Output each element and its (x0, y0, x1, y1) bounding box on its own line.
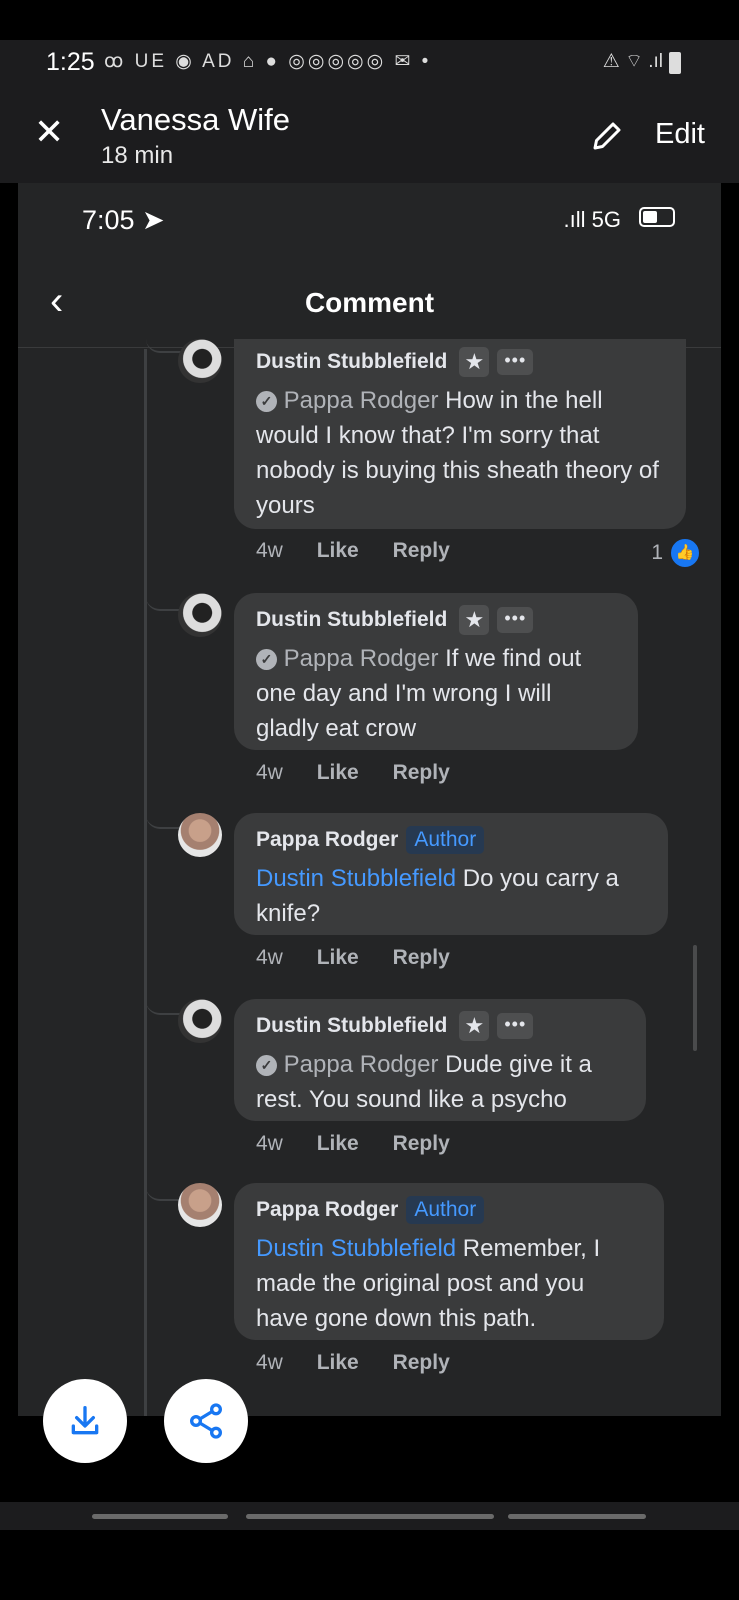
reply-button[interactable]: Reply (393, 1351, 450, 1374)
star-icon: ★ (459, 605, 490, 635)
thread-line (144, 349, 147, 1416)
comment-actions: 4w Like Reply (256, 1351, 478, 1375)
pencil-icon[interactable] (589, 118, 625, 154)
thumbs-up-icon: 👍 (669, 537, 701, 569)
status-time: 1:25 (46, 48, 95, 76)
reply-connector (146, 333, 184, 353)
comment-bubble[interactable]: Pappa Rodger Author Dustin Stubblefield … (234, 813, 668, 935)
inner-status-time: 7:05 ➤ (82, 205, 165, 235)
comment-mention[interactable]: Dustin Stubblefield (256, 1235, 456, 1262)
more-icon[interactable]: ••• (497, 607, 534, 633)
comment-text: ✓ Pappa Rodger If we find out one day an… (256, 641, 616, 746)
star-icon: ★ (459, 347, 490, 377)
comment-author[interactable]: Dustin Stubblefield (256, 608, 447, 632)
comment-text: ✓ Pappa Rodger Dude give it a rest. You … (256, 1047, 624, 1117)
reply-button[interactable]: Reply (393, 761, 450, 784)
outer-status-bar: 1:25 ꝏ UE ◉ AD ⌂ ● ◎◎◎◎◎ ✉ • ⚠ ⌔ .ıl (0, 40, 739, 88)
avatar[interactable] (178, 999, 222, 1043)
viewer-subtitle: 18 min (101, 142, 174, 169)
battery-icon (669, 52, 681, 74)
share-icon (190, 1403, 222, 1439)
inner-battery-icon (639, 207, 675, 227)
comment-text: Dustin Stubblefield Do you carry a knife… (256, 861, 646, 931)
system-icons: ⚠ ⌔ .ıl (602, 51, 663, 72)
more-icon[interactable]: ••• (497, 1013, 534, 1039)
nav-segment[interactable] (246, 1514, 494, 1519)
reaction-number: 1 (651, 541, 663, 564)
reaction-count[interactable]: 1 👍 (651, 537, 701, 569)
comment-age: 4w (256, 946, 283, 969)
page-title: Comment (304, 287, 435, 318)
viewer-header: ✕ Vanessa Wife 18 min Edit (0, 88, 739, 183)
comment-mention[interactable]: Pappa Rodger (284, 645, 439, 672)
reply-connector (146, 809, 184, 829)
notification-icons: ꝏ UE ◉ AD ⌂ ● ◎◎◎◎◎ ✉ • (104, 51, 432, 72)
comment-mention[interactable]: Pappa Rodger (284, 1051, 439, 1078)
like-button[interactable]: Like (317, 1351, 359, 1374)
close-icon[interactable]: ✕ (34, 114, 64, 150)
reply-button[interactable]: Reply (393, 1132, 450, 1155)
inner-signal: .ıll 5G (563, 207, 621, 232)
check-icon: ✓ (256, 649, 277, 670)
comment-author[interactable]: Pappa Rodger (256, 828, 398, 852)
nav-segment[interactable] (508, 1514, 646, 1519)
screenshot-image: 7:05 ➤ .ıll 5G ‹ Comment Dustin Stubblef… (18, 183, 721, 1416)
scrollbar[interactable] (693, 945, 697, 1051)
reply-button[interactable]: Reply (393, 946, 450, 969)
like-button[interactable]: Like (317, 946, 359, 969)
like-button[interactable]: Like (317, 1132, 359, 1155)
comment-actions: 4w Like Reply (256, 946, 478, 970)
comment-bubble[interactable]: Pappa Rodger Author Dustin Stubblefield … (234, 1183, 664, 1340)
comment-actions: 4w Like Reply (256, 1132, 478, 1156)
comment-age: 4w (256, 1132, 283, 1155)
avatar[interactable] (178, 1183, 222, 1227)
comment-mention[interactable]: Dustin Stubblefield (256, 865, 456, 892)
comment-age: 4w (256, 1351, 283, 1374)
check-icon: ✓ (256, 391, 277, 412)
comment-author[interactable]: Dustin Stubblefield (256, 1014, 447, 1038)
comment-text: ✓ Pappa Rodger How in the hell would I k… (256, 383, 664, 523)
avatar[interactable] (178, 593, 222, 637)
avatar[interactable] (178, 339, 222, 383)
like-button[interactable]: Like (317, 761, 359, 784)
avatar[interactable] (178, 813, 222, 857)
comment-author[interactable]: Pappa Rodger (256, 1198, 398, 1222)
viewer-title: Vanessa Wife (101, 102, 290, 137)
download-button[interactable] (43, 1379, 127, 1463)
comment-bubble[interactable]: Dustin Stubblefield ★ ••• ✓ Pappa Rodger… (234, 339, 686, 529)
share-button[interactable] (164, 1379, 248, 1463)
comment-age: 4w (256, 539, 283, 562)
nav-segment[interactable] (92, 1514, 228, 1519)
star-icon: ★ (459, 1011, 490, 1041)
comment-age: 4w (256, 761, 283, 784)
more-icon[interactable]: ••• (497, 349, 534, 375)
download-icon (71, 1406, 99, 1435)
comment-text: Dustin Stubblefield Remember, I made the… (256, 1231, 642, 1336)
like-button[interactable]: Like (317, 539, 359, 562)
comment-author[interactable]: Dustin Stubblefield (256, 350, 447, 374)
comment-bubble[interactable]: Dustin Stubblefield ★ ••• ✓ Pappa Rodger… (234, 999, 646, 1121)
author-badge: Author (406, 1196, 485, 1224)
reply-button[interactable]: Reply (393, 539, 450, 562)
check-icon: ✓ (256, 1055, 277, 1076)
comment-actions: 4w Like Reply (256, 539, 478, 563)
author-badge: Author (406, 826, 485, 854)
comment-mention[interactable]: Pappa Rodger (284, 387, 439, 414)
reply-connector (146, 995, 184, 1015)
comment-bubble[interactable]: Dustin Stubblefield ★ ••• ✓ Pappa Rodger… (234, 593, 638, 750)
comment-actions: 4w Like Reply (256, 761, 478, 785)
edit-button[interactable]: Edit (655, 118, 705, 151)
navigation-bar (0, 1502, 739, 1530)
